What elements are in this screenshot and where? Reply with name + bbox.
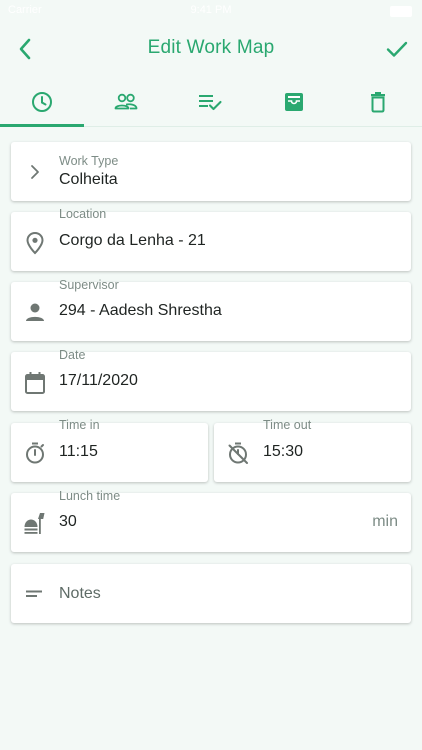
tab-time[interactable] — [0, 78, 84, 126]
short-text-icon — [23, 582, 47, 606]
work-type-value: Colheita — [59, 171, 118, 188]
notes-field[interactable]: Notes — [11, 564, 411, 623]
inbox-tray-icon — [282, 90, 306, 114]
save-button[interactable] — [382, 34, 412, 64]
person-icon — [23, 300, 47, 324]
time-out-field[interactable]: Time out 15:30 — [214, 418, 411, 482]
location-label: Location — [59, 207, 107, 221]
chevron-right-icon — [23, 160, 47, 184]
location-pin-icon — [23, 231, 47, 255]
timer-off-icon — [226, 441, 250, 465]
status-bar: Carrier 9:41 PM — [0, 0, 422, 22]
location-field[interactable]: Location Corgo da Lenha - 21 — [11, 207, 411, 271]
notes-placeholder[interactable]: Notes — [59, 585, 101, 603]
date-value: 17/11/2020 — [59, 372, 138, 389]
tab-tasks[interactable] — [168, 78, 252, 126]
location-value: Corgo da Lenha - 21 — [59, 232, 206, 249]
active-tab-indicator — [0, 124, 84, 127]
time-in-value: 11:15 — [59, 443, 98, 460]
time-in-label: Time in — [59, 418, 100, 432]
calendar-icon — [23, 371, 47, 395]
stopwatch-icon — [23, 441, 47, 465]
time-out-value: 15:30 — [263, 443, 304, 460]
nav-bar: Edit Work Map — [0, 24, 422, 74]
supervisor-label: Supervisor — [59, 278, 119, 292]
supervisor-field[interactable]: Supervisor 294 - Aadesh Shrestha — [11, 278, 411, 341]
work-type-label: Work Type — [59, 154, 119, 168]
tab-workers[interactable] — [84, 78, 168, 126]
people-icon — [113, 91, 139, 113]
checklist-icon — [197, 91, 223, 113]
checkmark-icon — [386, 40, 408, 58]
lunch-time-unit: min — [372, 513, 398, 530]
supervisor-value: 294 - Aadesh Shrestha — [59, 302, 222, 319]
battery-icon — [390, 6, 412, 17]
date-label: Date — [59, 348, 86, 362]
tab-bar — [0, 78, 422, 127]
page-title: Edit Work Map — [147, 37, 275, 58]
lunch-time-label: Lunch time — [59, 489, 121, 503]
food-icon — [23, 511, 47, 535]
time-out-label: Time out — [263, 418, 312, 432]
work-type-field[interactable]: Work Type Colheita — [11, 142, 411, 201]
tab-delete[interactable] — [336, 78, 420, 126]
time-in-field[interactable]: Time in 11:15 — [11, 418, 208, 482]
clock-icon — [30, 90, 54, 114]
date-field[interactable]: Date 17/11/2020 — [11, 348, 411, 411]
lunch-time-value: 30 — [59, 513, 77, 530]
tab-inbox[interactable] — [252, 78, 336, 126]
lunch-time-field[interactable]: Lunch time 30 min — [11, 489, 411, 552]
status-time: 9:41 PM — [190, 4, 232, 16]
trash-icon — [368, 90, 388, 114]
